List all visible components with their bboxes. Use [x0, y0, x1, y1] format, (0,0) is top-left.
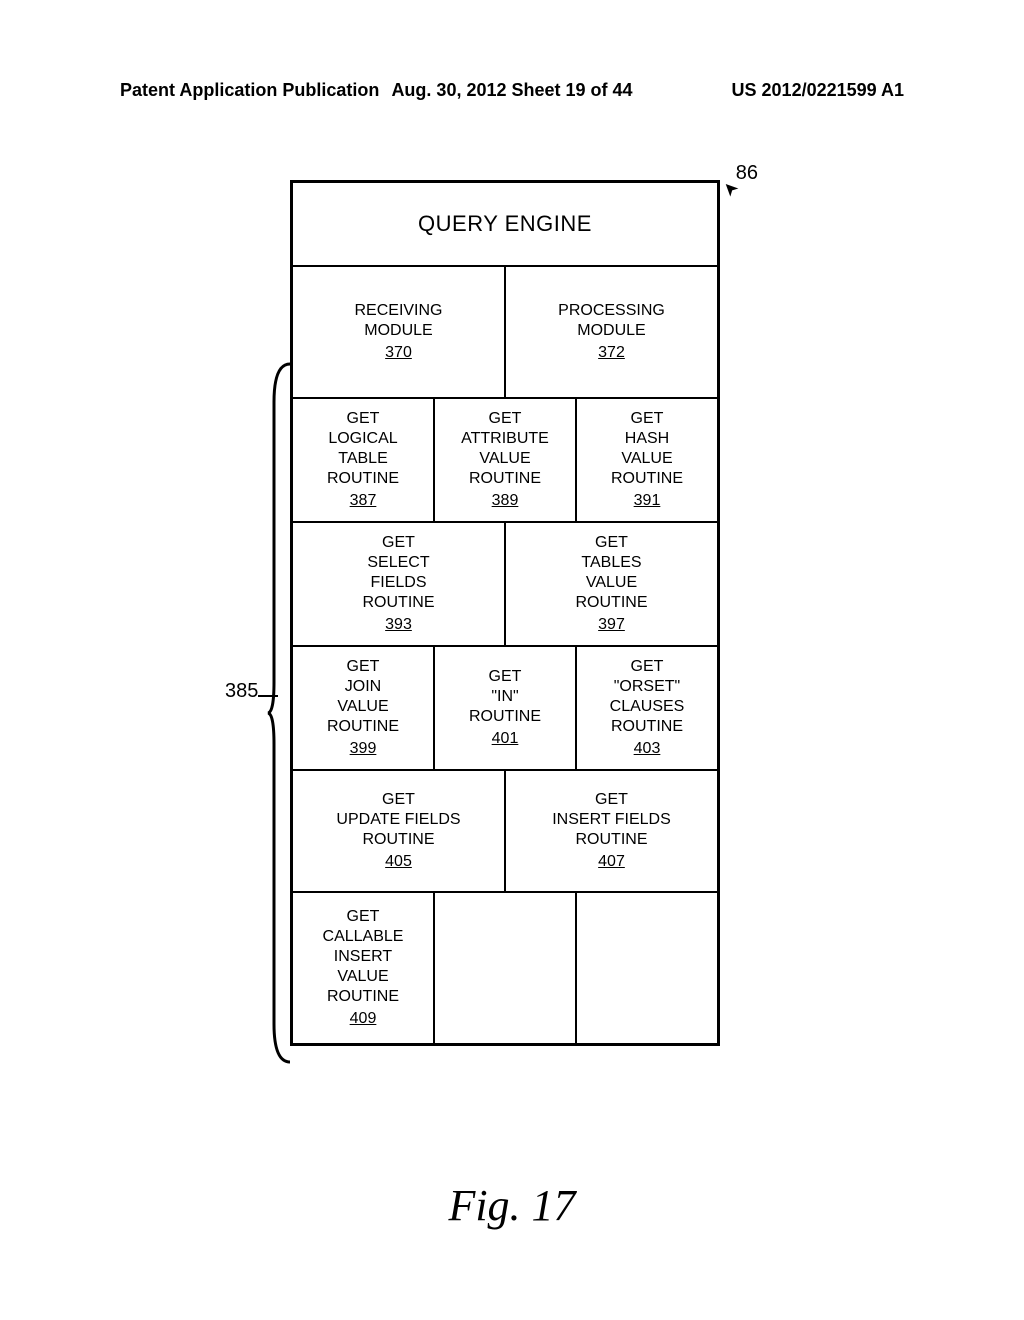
cell-num: 399 — [350, 739, 377, 759]
empty-cell — [435, 893, 577, 1043]
cell-line: LOGICAL — [328, 429, 397, 449]
cell-line: HASH — [625, 429, 669, 449]
cell-line: GET — [382, 790, 415, 810]
cell-num: 403 — [634, 739, 661, 759]
query-engine-box: QUERY ENGINE RECEIVING MODULE 370 PROCES… — [290, 180, 720, 1046]
query-engine-title: QUERY ENGINE — [293, 183, 717, 265]
routine-cell-391: GET HASH VALUE ROUTINE 391 — [577, 399, 717, 521]
cell-line: TABLE — [338, 449, 388, 469]
cell-line: ROUTINE — [469, 707, 541, 727]
curly-bracket-icon — [266, 362, 292, 1064]
header-publication: Patent Application Publication — [120, 80, 379, 101]
cell-num: 391 — [634, 491, 661, 511]
cell-num: 407 — [598, 852, 625, 872]
cell-line: UPDATE FIELDS — [336, 810, 460, 830]
cell-line: VALUE — [337, 697, 388, 717]
routines-row-3: GET JOIN VALUE ROUTINE 399 GET "IN" ROUT… — [293, 645, 717, 769]
cell-line: FIELDS — [370, 573, 426, 593]
routines-row-5: GET CALLABLE INSERT VALUE ROUTINE 409 — [293, 891, 717, 1043]
cell-num: 405 — [385, 852, 412, 872]
routine-cell-401: GET "IN" ROUTINE 401 — [435, 647, 577, 769]
routine-cell-393: GET SELECT FIELDS ROUTINE 393 — [293, 523, 506, 645]
cell-line: ROUTINE — [576, 830, 648, 850]
cell-line: INSERT FIELDS — [552, 810, 671, 830]
cell-line: VALUE — [337, 967, 388, 987]
query-engine-diagram: 86 ➤ QUERY ENGINE RECEIVING MODULE 370 P… — [290, 180, 730, 1046]
cell-line: ROUTINE — [363, 830, 435, 850]
cell-num: 401 — [492, 729, 519, 749]
cell-line: CLAUSES — [610, 697, 685, 717]
cell-line: ROUTINE — [611, 717, 683, 737]
cell-num: 397 — [598, 615, 625, 635]
cell-line: GET — [347, 907, 380, 927]
cell-num: 393 — [385, 615, 412, 635]
cell-num: 387 — [350, 491, 377, 511]
cell-line: VALUE — [621, 449, 672, 469]
cell-num: 409 — [350, 1009, 377, 1029]
cell-line: JOIN — [345, 677, 381, 697]
routine-cell-409: GET CALLABLE INSERT VALUE ROUTINE 409 — [293, 893, 435, 1043]
cell-line: MODULE — [364, 321, 432, 341]
receiving-module-cell: RECEIVING MODULE 370 — [293, 267, 506, 397]
empty-cell — [577, 893, 717, 1043]
cell-line: TABLES — [581, 553, 641, 573]
cell-line: ROUTINE — [327, 987, 399, 1007]
header-pubnum: US 2012/0221599 A1 — [732, 80, 904, 101]
cell-line: ROUTINE — [327, 469, 399, 489]
cell-num: 370 — [385, 343, 412, 363]
cell-line: PROCESSING — [558, 301, 665, 321]
figure-caption: Fig. 17 — [448, 1180, 575, 1231]
side-reference-385: 385 — [225, 680, 258, 703]
routine-cell-403: GET "ORSET" CLAUSES ROUTINE 403 — [577, 647, 717, 769]
routines-row-4: GET UPDATE FIELDS ROUTINE 405 GET INSERT… — [293, 769, 717, 891]
routine-cell-405: GET UPDATE FIELDS ROUTINE 405 — [293, 771, 506, 891]
cell-line: ATTRIBUTE — [461, 429, 549, 449]
cell-line: GET — [631, 409, 664, 429]
routine-cell-399: GET JOIN VALUE ROUTINE 399 — [293, 647, 435, 769]
cell-num: 389 — [492, 491, 519, 511]
cell-line: ROUTINE — [611, 469, 683, 489]
routines-row-1: GET LOGICAL TABLE ROUTINE 387 GET ATTRIB… — [293, 397, 717, 521]
cell-line: GET — [595, 790, 628, 810]
cell-line: ROUTINE — [327, 717, 399, 737]
cell-line: GET — [489, 409, 522, 429]
routine-cell-387: GET LOGICAL TABLE ROUTINE 387 — [293, 399, 435, 521]
processing-module-cell: PROCESSING MODULE 372 — [506, 267, 717, 397]
cell-num: 372 — [598, 343, 625, 363]
cell-line: GET — [382, 533, 415, 553]
routines-row-2: GET SELECT FIELDS ROUTINE 393 GET TABLES… — [293, 521, 717, 645]
cell-line: GET — [631, 657, 664, 677]
header-date-sheet: Aug. 30, 2012 Sheet 19 of 44 — [391, 80, 632, 101]
cell-line: INSERT — [334, 947, 392, 967]
cell-line: GET — [489, 667, 522, 687]
cell-line: ROUTINE — [469, 469, 541, 489]
cell-line: GET — [595, 533, 628, 553]
routine-cell-407: GET INSERT FIELDS ROUTINE 407 — [506, 771, 717, 891]
cell-line: "IN" — [491, 687, 518, 707]
cell-line: SELECT — [367, 553, 429, 573]
cell-line: GET — [347, 657, 380, 677]
cell-line: VALUE — [479, 449, 530, 469]
routine-cell-389: GET ATTRIBUTE VALUE ROUTINE 389 — [435, 399, 577, 521]
cell-line: VALUE — [586, 573, 637, 593]
cell-line: CALLABLE — [323, 927, 404, 947]
cell-line: GET — [347, 409, 380, 429]
cell-line: ROUTINE — [576, 593, 648, 613]
cell-line: "ORSET" — [614, 677, 680, 697]
cell-line: ROUTINE — [363, 593, 435, 613]
cell-line: MODULE — [577, 321, 645, 341]
cell-line: RECEIVING — [354, 301, 442, 321]
routine-cell-397: GET TABLES VALUE ROUTINE 397 — [506, 523, 717, 645]
modules-row: RECEIVING MODULE 370 PROCESSING MODULE 3… — [293, 265, 717, 397]
